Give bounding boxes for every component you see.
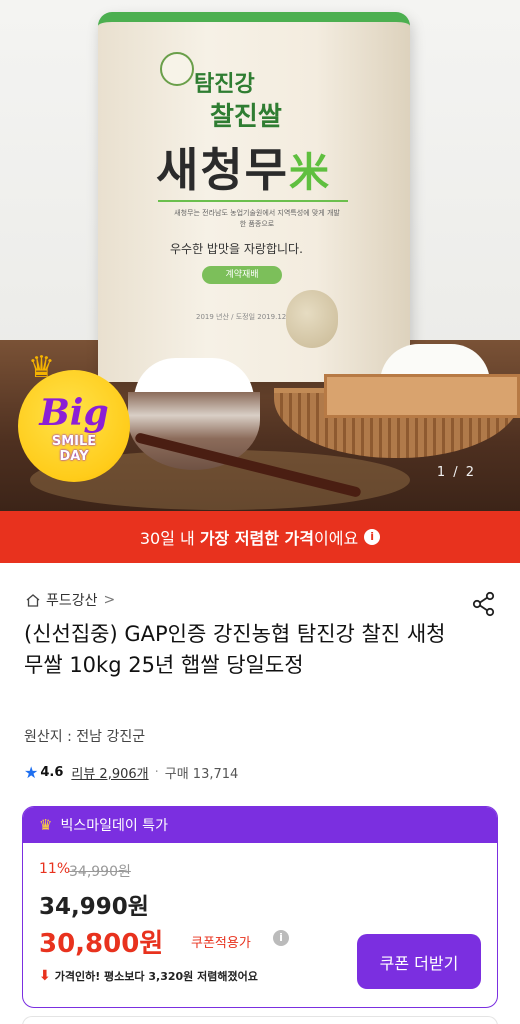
bag-rice-window: [286, 290, 338, 348]
bag-line1: 탐진강: [194, 72, 255, 97]
rating-row[interactable]: ★ 4.6 리뷰 2,906개 · 구매 13,714: [24, 763, 238, 782]
get-more-coupons-button[interactable]: 쿠폰 더받기: [357, 934, 481, 989]
sale-price: 34,990원: [39, 894, 149, 920]
price-drop-text: 가격인하! 평소보다 3,320원 저렴해졌어요: [54, 970, 258, 983]
bag-brand: 새청무米: [156, 134, 331, 200]
store-name: 푸드강산: [46, 593, 98, 609]
badge-crown-icon: ♛: [28, 350, 55, 385]
banner-bold: 가장 저렴한 가격: [199, 529, 314, 548]
rating-score: 4.6: [40, 765, 64, 780]
deal-header-label: 빅스마일데이 특가: [60, 818, 168, 834]
star-icon: ★: [24, 763, 39, 782]
product-title: (신선집중) GAP인증 강진농협 탐진강 찰진 새청무쌀 10kg 25년 햅…: [24, 622, 446, 677]
original-price: 34,990원: [69, 864, 131, 880]
arrow-down-icon: ⬇: [39, 968, 51, 984]
bag-small-text: 새청무는 전라남도 농업기술원에서 지역특성에 맞게 개발한 품종으로: [174, 209, 340, 228]
bag-date: 2019 년산 / 도정일 2019.12.12: [196, 313, 298, 321]
wooden-box: [324, 374, 520, 418]
bag-brand-mark: 米: [288, 149, 331, 196]
bag-logo: [160, 52, 194, 86]
banner-suffix: 이에요: [314, 529, 359, 548]
badge-line2: SMILE: [51, 434, 97, 449]
crown-icon: ♛: [39, 816, 53, 834]
lowest-price-banner[interactable]: 30일 내 가장 저렴한 가격 이에요 i: [0, 511, 520, 563]
home-icon: [26, 593, 40, 607]
deal-header: ♛ 빅스마일데이 특가: [23, 807, 497, 843]
product-image[interactable]: 탐진강 찰진쌀 새청무米 새청무는 전라남도 농업기술원에서 지역특성에 맞게 …: [0, 0, 520, 511]
badge-line3: DAY: [59, 449, 89, 464]
bag-rule: [158, 200, 348, 202]
store-link[interactable]: 푸드강산 >: [26, 590, 115, 610]
share-icon[interactable]: [470, 590, 498, 618]
product-origin: 원산지 : 전남 강진군: [24, 729, 146, 745]
deal-card: ♛ 빅스마일데이 특가 11% 34,990원 34,990원 30,800원 …: [22, 806, 498, 1008]
coupon-info-icon[interactable]: i: [273, 930, 289, 946]
discount-percent: 11%: [39, 861, 71, 877]
bag-slogan: 우수한 밥맛을 자랑합니다.: [170, 242, 303, 256]
banner-prefix: 30일 내: [139, 529, 195, 548]
badge-word: Big: [39, 392, 109, 434]
bag-line2: 찰진쌀: [210, 102, 282, 132]
rating-separator: ·: [154, 765, 159, 780]
big-smile-day-badge: ♛ Big SMILE DAY: [18, 350, 130, 482]
rice-bag: 탐진강 찰진쌀 새청무米 새청무는 전라남도 농업기술원에서 지역특성에 맞게 …: [98, 12, 410, 382]
bag-tag: 계약재배: [202, 266, 282, 284]
chevron-right-icon: >: [103, 592, 116, 608]
coupon-price: 30,800원: [39, 929, 164, 959]
image-counter: 1 / 2: [436, 465, 476, 480]
bag-brand-text: 새청무: [156, 143, 289, 197]
review-count-link[interactable]: 리뷰 2,906개: [71, 763, 148, 782]
info-icon[interactable]: i: [364, 529, 381, 545]
badge-text: SMILE DAY: [18, 434, 130, 464]
coupon-price-label: 쿠폰적용가: [191, 936, 251, 951]
purchase-count: 구매 13,714: [164, 767, 239, 782]
next-section-edge: [22, 1016, 498, 1024]
price-drop-notice: ⬇ 가격인하! 평소보다 3,320원 저렴해졌어요: [39, 968, 258, 984]
